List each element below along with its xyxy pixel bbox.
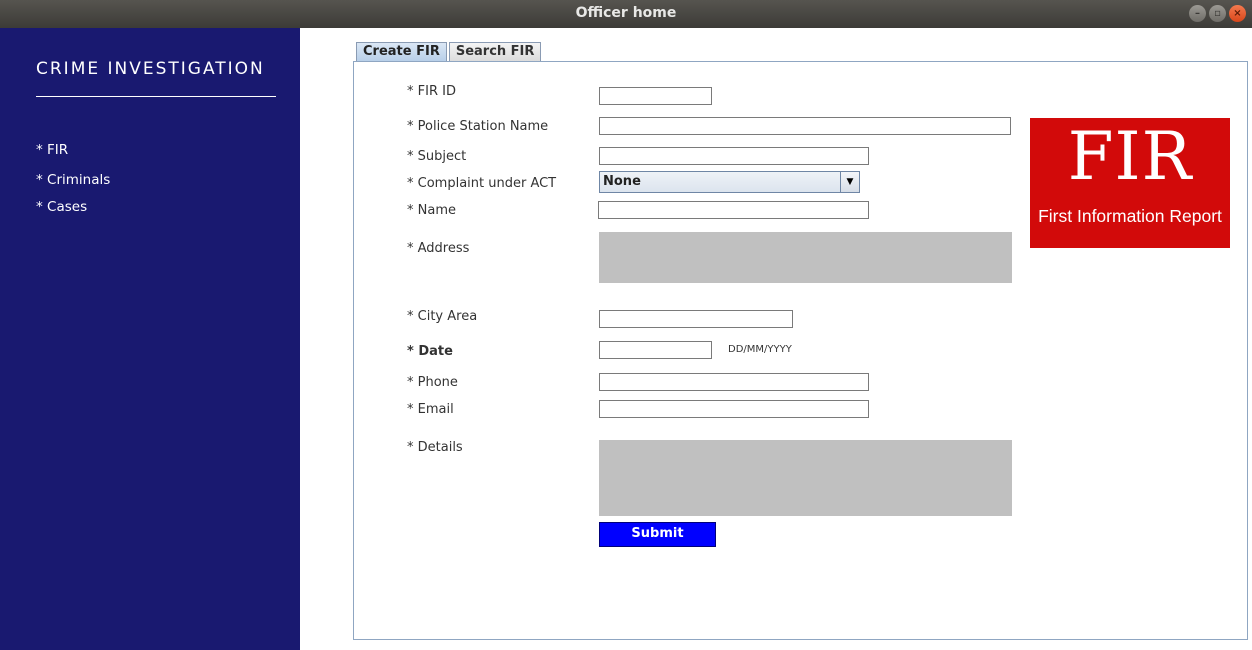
tab-bar: Create FIR Search FIR: [356, 42, 542, 61]
date-field[interactable]: [599, 341, 712, 359]
address-textarea[interactable]: [599, 232, 1012, 283]
date-format-hint: DD/MM/YYYY: [728, 344, 792, 355]
complaint-act-select[interactable]: None ▼: [599, 171, 860, 193]
email-field[interactable]: [599, 400, 869, 418]
subject-field[interactable]: [599, 147, 869, 165]
window-controls: – ▫ ×: [1189, 5, 1246, 22]
tab-create-fir[interactable]: Create FIR: [356, 42, 447, 61]
window-title: Officer home: [575, 5, 677, 21]
fir-logo-title: FIR: [1067, 118, 1193, 195]
police-station-field[interactable]: [599, 117, 1011, 135]
fir-logo-image: FIR First Information Report: [1030, 118, 1230, 248]
date-label: * Date: [407, 344, 453, 359]
minimize-icon[interactable]: –: [1189, 5, 1206, 22]
fir-id-label: * FIR ID: [407, 84, 456, 99]
complaint-act-selected: None: [603, 174, 641, 189]
chevron-down-icon[interactable]: ▼: [840, 172, 859, 192]
app-title: CRIME INVESTIGATION: [36, 59, 265, 79]
police-station-label: * Police Station Name: [407, 119, 549, 134]
sidebar-item-fir[interactable]: * FIR: [36, 142, 68, 158]
title-bar: Officer home – ▫ ×: [0, 0, 1252, 28]
tab-search-fir[interactable]: Search FIR: [448, 42, 542, 61]
sidebar-item-cases[interactable]: * Cases: [36, 199, 87, 215]
name-label: * Name: [407, 203, 456, 218]
close-icon[interactable]: ×: [1229, 5, 1246, 22]
name-field[interactable]: [598, 201, 869, 219]
city-area-field[interactable]: [599, 310, 793, 328]
sidebar-divider: [36, 96, 276, 97]
address-label: * Address: [407, 241, 470, 256]
fir-id-field[interactable]: [599, 87, 712, 105]
maximize-icon[interactable]: ▫: [1209, 5, 1226, 22]
complaint-act-label: * Complaint under ACT: [407, 176, 557, 191]
phone-label: * Phone: [407, 375, 458, 390]
details-textarea[interactable]: [599, 440, 1012, 516]
details-label: * Details: [407, 440, 463, 455]
submit-button[interactable]: Submit: [599, 522, 716, 547]
sidebar-item-criminals[interactable]: * Criminals: [36, 172, 110, 188]
sidebar: CRIME INVESTIGATION * FIR * Criminals * …: [0, 28, 300, 650]
city-area-label: * City Area: [407, 309, 478, 324]
fir-logo-subtitle: First Information Report: [1038, 206, 1222, 226]
email-label: * Email: [407, 402, 454, 417]
subject-label: * Subject: [407, 149, 467, 164]
phone-field[interactable]: [599, 373, 869, 391]
app-window: Officer home – ▫ × CRIME INVESTIGATION *…: [0, 0, 1252, 650]
